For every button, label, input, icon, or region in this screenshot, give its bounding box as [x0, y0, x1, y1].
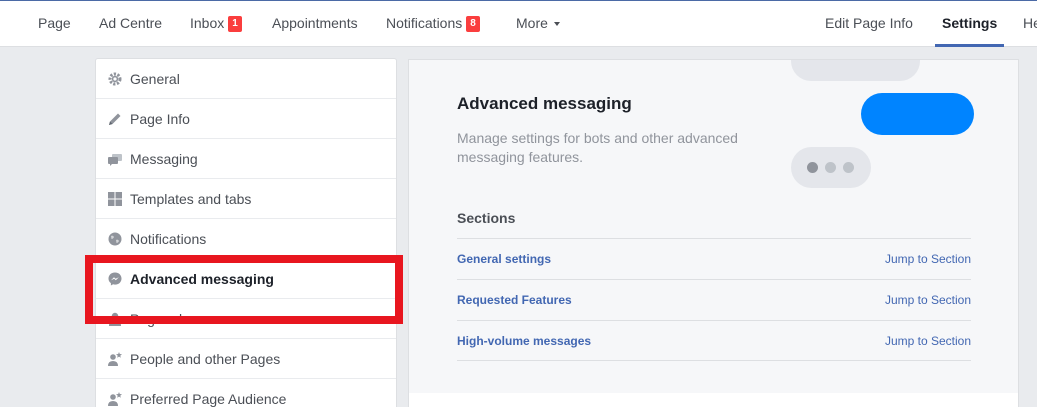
person-star-icon — [108, 392, 122, 406]
nav-ad-centre[interactable]: Ad Centre — [99, 1, 162, 47]
nav-page-label: Page — [38, 15, 71, 31]
nav-settings-label: Settings — [942, 15, 998, 31]
nav-edit-page-info[interactable]: Edit Page Info — [825, 1, 913, 47]
nav-notifications[interactable]: Notifications 8 — [386, 1, 480, 47]
nav-page[interactable]: Page — [38, 1, 71, 47]
advanced-messaging-panel: Advanced messaging Manage settings for b… — [408, 59, 1019, 395]
sidebar-item-label: Messaging — [130, 151, 198, 167]
section-link-requested-features[interactable]: Requested Features — [457, 293, 572, 307]
top-navigation: Page Ad Centre Inbox 1 Appointments Notif… — [0, 0, 1037, 47]
chat-bubble-illustration — [861, 93, 974, 135]
sidebar-item-label: Preferred Page Audience — [130, 391, 287, 407]
jump-to-section-link[interactable]: Jump to Section — [885, 252, 971, 266]
nav-appointments-label: Appointments — [272, 15, 358, 31]
typing-indicator-illustration — [791, 147, 871, 188]
section-link-high-volume-messages[interactable]: High-volume messages — [457, 334, 591, 348]
typing-dot — [825, 162, 836, 173]
sidebar-item-general[interactable]: General — [96, 59, 396, 99]
jump-to-section-link[interactable]: Jump to Section — [885, 334, 971, 348]
typing-dot — [843, 162, 854, 173]
section-row-general-settings: General settings Jump to Section — [457, 238, 971, 279]
sidebar-item-templates-and-tabs[interactable]: Templates and tabs — [96, 179, 396, 219]
person-star-icon — [108, 352, 122, 366]
sidebar-item-people-and-other-pages[interactable]: People and other Pages — [96, 339, 396, 379]
panel-content-strip — [408, 393, 1019, 407]
grid-icon — [108, 192, 122, 206]
globe-icon — [108, 232, 122, 246]
chat-bubbles-icon — [108, 154, 122, 166]
nav-help-label: He — [1023, 15, 1037, 31]
sidebar-item-label: Notifications — [130, 231, 207, 247]
chat-bubble-illustration — [791, 60, 920, 81]
nav-help[interactable]: He — [1023, 1, 1037, 47]
section-row-high-volume-messages: High-volume messages Jump to Section — [457, 320, 971, 361]
typing-dot — [807, 162, 818, 173]
sidebar-item-preferred-page-audience[interactable]: Preferred Page Audience — [96, 379, 396, 407]
sidebar-item-label: Page Info — [130, 111, 190, 127]
section-row-requested-features: Requested Features Jump to Section — [457, 279, 971, 320]
panel-description: Manage settings for bots and other advan… — [457, 130, 738, 165]
page-title: Advanced messaging — [457, 94, 632, 113]
sidebar-item-label: General — [130, 71, 180, 87]
jump-to-section-link[interactable]: Jump to Section — [885, 293, 971, 307]
sidebar-item-page-info[interactable]: Page Info — [96, 99, 396, 139]
nav-appointments[interactable]: Appointments — [272, 1, 358, 47]
sidebar-item-notifications[interactable]: Notifications — [96, 219, 396, 259]
gear-icon — [108, 72, 122, 86]
pencil-icon — [109, 113, 121, 125]
nav-inbox[interactable]: Inbox 1 — [190, 1, 242, 47]
nav-more[interactable]: More — [516, 1, 560, 47]
nav-more-label: More — [516, 15, 548, 31]
sidebar-item-label: Templates and tabs — [130, 191, 252, 207]
nav-inbox-label: Inbox — [190, 15, 225, 31]
section-link-general-settings[interactable]: General settings — [457, 252, 551, 266]
sections-heading: Sections — [457, 210, 516, 226]
caret-down-icon — [553, 22, 560, 26]
sidebar-item-label: People and other Pages — [130, 351, 281, 367]
inbox-badge: 1 — [228, 16, 242, 32]
highlight-annotation-box — [85, 255, 403, 324]
nav-edit-page-info-label: Edit Page Info — [825, 15, 913, 31]
settings-sidebar: General Page Info Messaging Templates an… — [95, 58, 397, 407]
sidebar-item-messaging[interactable]: Messaging — [96, 139, 396, 179]
nav-settings[interactable]: Settings — [935, 1, 1005, 47]
nav-ad-centre-label: Ad Centre — [99, 15, 163, 31]
nav-notifications-label: Notifications — [386, 15, 463, 31]
notifications-badge: 8 — [466, 16, 480, 32]
